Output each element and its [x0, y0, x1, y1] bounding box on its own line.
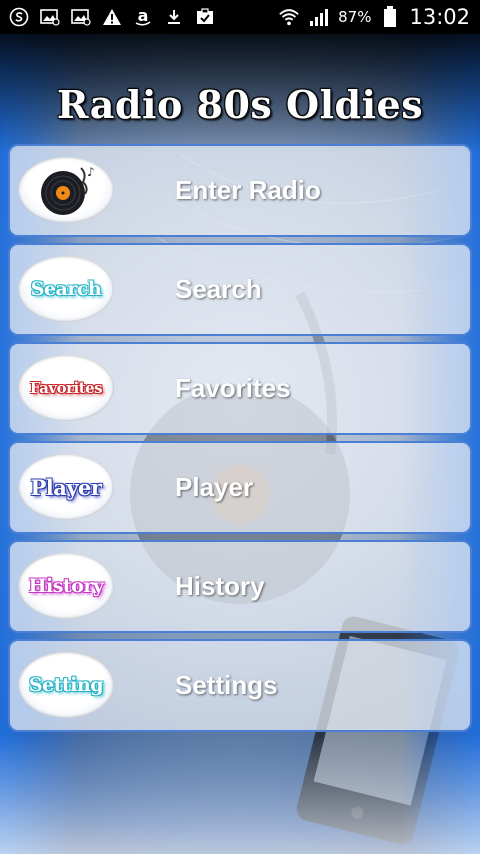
status-bar: a 87% 13:02 [0, 0, 480, 34]
favorites-badge-icon: Favorites [18, 355, 114, 421]
menu-item-history[interactable]: History History [8, 540, 472, 633]
badge-text: Player [30, 474, 102, 500]
menu-item-label: Settings [175, 670, 278, 700]
download-icon [163, 6, 185, 28]
menu-item-settings[interactable]: Setting Settings [8, 639, 472, 732]
badge-text: Setting [28, 674, 104, 696]
samsung-s-icon [8, 6, 30, 28]
clipboard-check-icon [194, 6, 216, 28]
badge-text: Favorites [29, 379, 103, 397]
warning-icon [101, 6, 123, 28]
menu-item-search[interactable]: Search Search [8, 243, 472, 336]
main-menu: ♪ Enter Radio Search Search Favorites Fa… [8, 144, 472, 738]
badge-text: History [28, 575, 104, 597]
clock: 13:02 [409, 5, 470, 29]
battery-icon [379, 6, 401, 28]
menu-item-favorites[interactable]: Favorites Favorites [8, 342, 472, 435]
history-badge-icon: History [18, 553, 114, 619]
svg-text:a: a [138, 7, 149, 25]
setting-badge-icon: Setting [18, 652, 114, 718]
search-badge-icon: Search [18, 256, 114, 322]
signal-icon [308, 6, 330, 28]
menu-item-label: History [175, 571, 265, 601]
menu-item-label: Enter Radio [175, 175, 321, 205]
gallery-icon [70, 6, 92, 28]
menu-item-label: Favorites [175, 373, 291, 403]
battery-percent: 87% [338, 8, 372, 26]
wifi-icon [278, 6, 300, 28]
app-title: Radio 80s Oldies [56, 82, 424, 127]
menu-item-player[interactable]: Player Player [8, 441, 472, 534]
badge-text: Search [30, 278, 102, 300]
gallery-icon [39, 6, 61, 28]
player-badge-icon: Player [18, 454, 114, 520]
amazon-icon: a [132, 6, 154, 28]
menu-item-label: Player [175, 472, 254, 502]
menu-item-enter-radio[interactable]: ♪ Enter Radio [8, 144, 472, 237]
svg-text:♪: ♪ [87, 165, 95, 179]
menu-item-label: Search [175, 274, 262, 304]
vinyl-record-icon: ♪ [18, 157, 114, 223]
